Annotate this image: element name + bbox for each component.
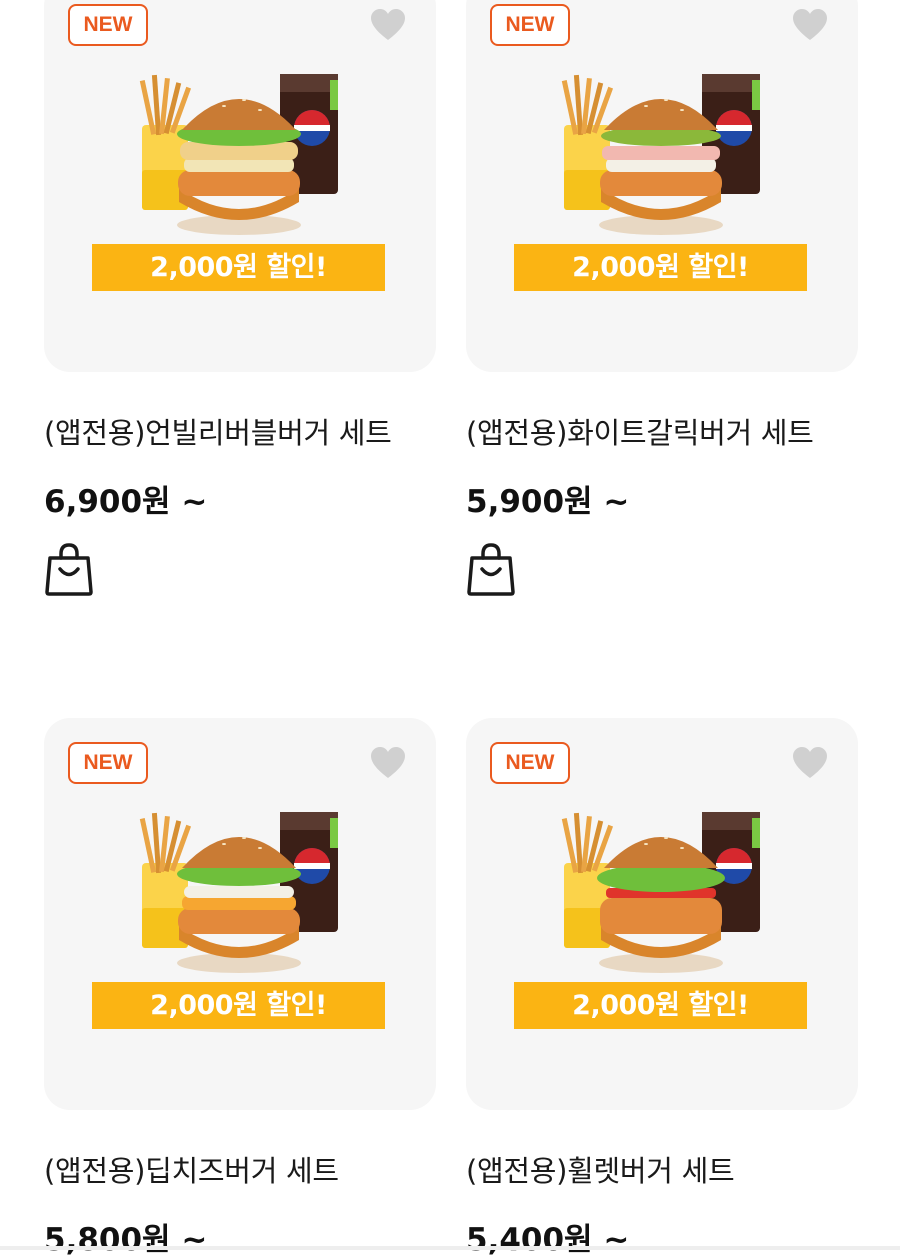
product-set-image xyxy=(561,74,760,235)
new-badge: NEW xyxy=(68,742,148,784)
product-name[interactable]: (앱전용)딥치즈버거 세트 xyxy=(44,1148,339,1190)
discount-banner: 2,000원 할인! xyxy=(92,244,385,291)
product-grid: NEW 2,000원 할인! (앱전용)언빌리버블버거 세트 6,900원 ~ … xyxy=(0,0,900,1258)
product-card[interactable]: NEW xyxy=(44,718,436,1258)
product-price: 5,400원 ~ xyxy=(466,1222,630,1258)
product-card[interactable]: NEW xyxy=(466,0,858,596)
discount-banner: 2,000원 할인! xyxy=(514,244,807,291)
product-image-area[interactable]: NEW 2,000원 할인! xyxy=(466,718,858,1110)
discount-banner: 2,000원 할인! xyxy=(92,982,385,1029)
shopping-bag-icon[interactable] xyxy=(466,542,516,596)
bottom-divider xyxy=(0,1246,900,1250)
burger-icon xyxy=(177,837,301,973)
product-image-area[interactable]: NEW 2,000원 할인! xyxy=(44,718,436,1110)
product-set-image xyxy=(139,74,338,235)
product-name[interactable]: (앱전용)휠렛버거 세트 xyxy=(466,1148,735,1190)
discount-banner: 2,000원 할인! xyxy=(514,982,807,1029)
heart-icon[interactable] xyxy=(370,746,406,780)
heart-icon[interactable] xyxy=(792,746,828,780)
burger-icon xyxy=(599,99,723,235)
heart-icon[interactable] xyxy=(792,8,828,42)
product-price: 6,900원 ~ xyxy=(44,484,208,520)
burger-icon xyxy=(597,837,725,973)
burger-icon xyxy=(177,99,301,235)
new-badge: NEW xyxy=(490,4,570,46)
new-badge: NEW xyxy=(68,4,148,46)
product-price: 5,900원 ~ xyxy=(466,484,630,520)
product-name[interactable]: (앱전용)화이트갈릭버거 세트 xyxy=(466,410,814,452)
product-set-image xyxy=(139,812,338,973)
product-card[interactable]: NEW xyxy=(44,0,436,596)
product-set-image xyxy=(561,812,760,973)
heart-icon[interactable] xyxy=(370,8,406,42)
new-badge: NEW xyxy=(490,742,570,784)
product-image-area[interactable]: NEW 2,000원 할인! xyxy=(466,0,858,372)
product-name[interactable]: (앱전용)언빌리버블버거 세트 xyxy=(44,410,392,452)
product-card[interactable]: NEW xyxy=(466,718,858,1258)
product-image-area[interactable]: NEW 2,000원 할인! xyxy=(44,0,436,372)
product-price: 5,800원 ~ xyxy=(44,1222,208,1258)
shopping-bag-icon[interactable] xyxy=(44,542,94,596)
